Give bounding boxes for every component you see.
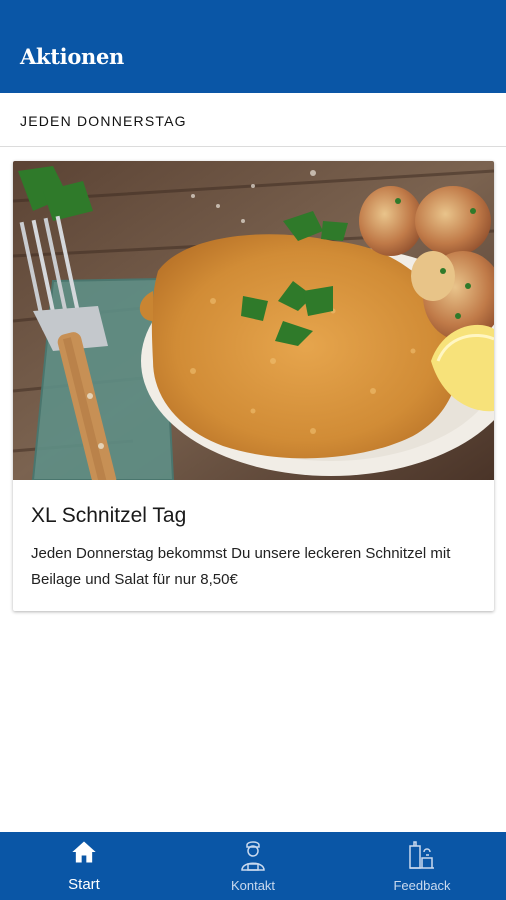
feedback-icon bbox=[409, 841, 434, 869]
promo-card[interactable]: XL Schnitzel Tag Jeden Donnerstag bekomm… bbox=[13, 161, 494, 611]
promo-title: XL Schnitzel Tag bbox=[31, 504, 187, 527]
nav-feedback-label: Feedback bbox=[393, 878, 451, 893]
app-bar: Aktionen bbox=[0, 0, 506, 93]
schnitzel-image bbox=[13, 161, 494, 480]
nav-start-label: Start bbox=[68, 876, 100, 893]
nav-kontakt[interactable]: Kontakt bbox=[169, 832, 337, 900]
section-header: JEDEN DONNERSTAG bbox=[0, 93, 506, 147]
nav-feedback[interactable]: Feedback bbox=[338, 832, 506, 900]
bottom-navigation: Start Kontakt Feedback bbox=[0, 832, 506, 900]
page-title: Aktionen bbox=[20, 44, 125, 69]
nav-kontakt-label: Kontakt bbox=[230, 878, 276, 893]
promo-description: Jeden Donnerstag bekommst Du unsere leck… bbox=[31, 545, 451, 588]
section-title: JEDEN DONNERSTAG bbox=[20, 113, 187, 129]
nav-start[interactable]: Start bbox=[0, 832, 168, 900]
home-icon bbox=[72, 841, 96, 863]
contact-person-icon bbox=[241, 841, 265, 871]
